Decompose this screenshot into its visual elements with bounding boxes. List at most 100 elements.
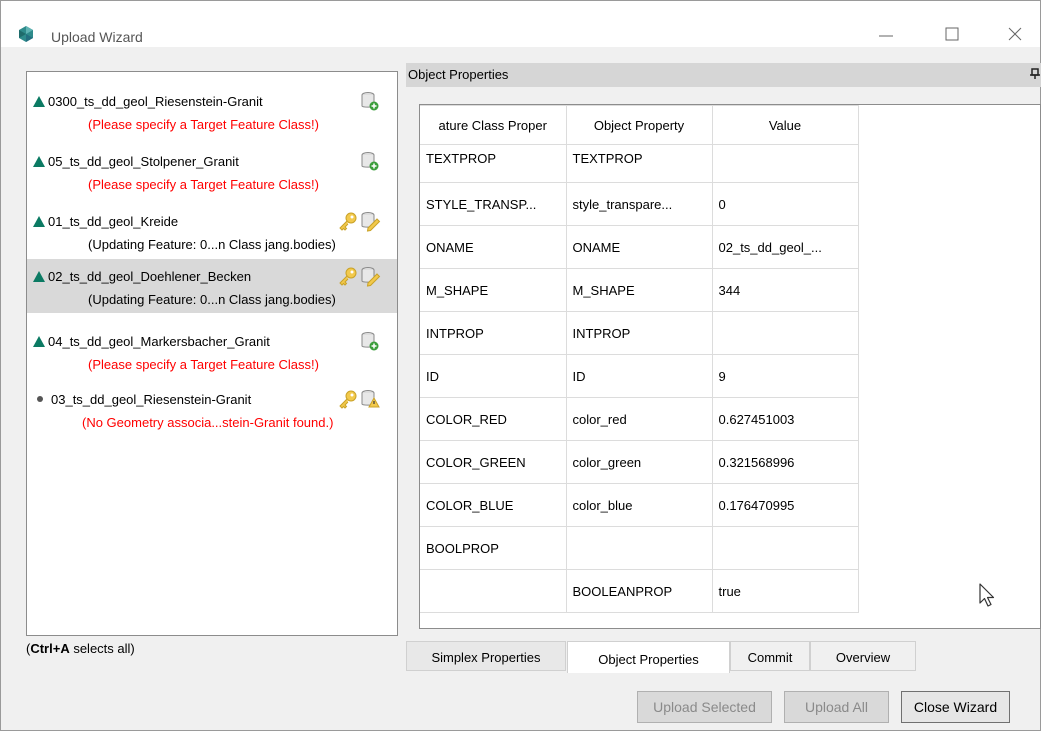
table-cell[interactable]: 0 [711,182,859,226]
object-properties-header: Object Properties [406,63,1041,87]
upload-wizard-window: Upload Wizard 0300_ts_dd_geol_Riesenstei… [0,0,1041,731]
table-cell[interactable]: TEXTPROP [420,144,567,183]
table-cell[interactable]: BOOLPROP [420,526,567,570]
table-cell[interactable]: 344 [711,268,859,312]
table-cell[interactable]: 02_ts_dd_geol_... [711,225,859,269]
item-name: 02_ts_dd_geol_Doehlener_Becken [48,269,252,284]
upload-selected-button[interactable]: Upload Selected [637,691,772,723]
table-cell[interactable]: ID [565,354,713,398]
item-name: 0300_ts_dd_geol_Riesenstein-Granit [48,94,263,109]
table-row[interactable]: BOOLPROP [420,526,859,570]
pending-dot-icon [37,396,43,402]
app-gem-icon [19,26,33,42]
mouse-cursor-icon [979,583,995,607]
key-icon [339,267,357,286]
close-wizard-button[interactable]: Close Wizard [901,691,1010,723]
table-cell[interactable]: INTPROP [420,311,567,355]
table-cell[interactable]: COLOR_BLUE [420,483,567,527]
table-cell[interactable] [420,569,567,613]
table-row[interactable]: TEXTPROP TEXTPROP [420,144,859,183]
table-row[interactable]: INTPROP INTPROP [420,311,859,355]
select-all-hint: (Ctrl+A selects all) [26,641,135,656]
table-cell[interactable]: STYLE_TRANSP... [420,182,567,226]
item-message: (Updating Feature: 0...n Class jang.bodi… [88,237,336,252]
table-cell[interactable]: M_SHAPE [420,268,567,312]
item-name: 03_ts_dd_geol_Riesenstein-Granit [51,392,252,407]
item-message: (Please specify a Target Feature Class!) [88,357,319,372]
table-cell[interactable]: 9 [711,354,859,398]
table-cell[interactable]: INTPROP [565,311,713,355]
column-header[interactable]: Value [711,105,859,145]
table-cell[interactable] [711,311,859,355]
title-bar: Upload Wizard [1,1,1040,47]
close-icon[interactable] [1004,25,1026,45]
table-cell[interactable]: color_red [565,397,713,441]
maximize-icon[interactable] [941,25,963,45]
tab-overview[interactable]: Overview [810,641,916,671]
tab-object-properties[interactable]: Object Properties [567,641,730,673]
minimize-icon[interactable] [875,25,897,45]
add-db-icon [361,92,379,111]
add-db-icon [361,332,379,351]
table-cell[interactable]: 0.321568996 [711,440,859,484]
table-cell[interactable]: ID [420,354,567,398]
column-header[interactable]: Object Property [565,105,713,145]
edit-db-icon [361,212,381,232]
item-message: (Please specify a Target Feature Class!) [88,177,319,192]
table-cell[interactable]: ONAME [420,225,567,269]
ok-triangle-icon [33,271,45,282]
list-item[interactable]: 02_ts_dd_geol_Doehlener_Becken (Updating… [27,259,397,313]
table-row[interactable]: COLOR_BLUE color_blue 0.176470995 [420,483,859,527]
table-header-row: ature Class Proper Object Property Value [420,105,859,145]
ok-triangle-icon [33,336,45,347]
key-icon [339,212,357,231]
table-cell[interactable] [711,526,859,570]
column-header[interactable]: ature Class Proper [420,105,567,145]
table-cell[interactable]: TEXTPROP [565,144,713,183]
table-cell[interactable]: color_blue [565,483,713,527]
table-cell[interactable]: color_green [565,440,713,484]
table-row[interactable]: COLOR_GREEN color_green 0.321568996 [420,440,859,484]
table-row[interactable]: M_SHAPE M_SHAPE 344 [420,268,859,312]
table-cell[interactable]: ONAME [565,225,713,269]
upload-list[interactable]: 0300_ts_dd_geol_Riesenstein-Granit (Plea… [26,71,398,636]
item-message: (Updating Feature: 0...n Class jang.bodi… [88,292,336,307]
table-row[interactable]: BOOLEANPROP true [420,569,859,613]
pin-icon[interactable] [1030,68,1040,80]
item-message: (Please specify a Target Feature Class!) [88,117,319,132]
shortcut-key: Ctrl+A [30,641,70,656]
item-name: 04_ts_dd_geol_Markersbacher_Granit [48,334,270,349]
upload-all-button[interactable]: Upload All [784,691,889,723]
ok-triangle-icon [33,156,45,167]
table-row[interactable]: COLOR_RED color_red 0.627451003 [420,397,859,441]
tab-simplex-properties[interactable]: Simplex Properties [406,641,566,671]
window-title: Upload Wizard [51,29,143,45]
table-cell[interactable]: 0.176470995 [711,483,859,527]
table-cell[interactable]: BOOLEANPROP [565,569,713,613]
warning-db-icon [361,390,380,408]
list-item[interactable]: 04_ts_dd_geol_Markersbacher_Granit (Plea… [27,324,397,378]
item-message: (No Geometry associa...stein-Granit foun… [82,415,334,430]
table-cell[interactable]: true [711,569,859,613]
add-db-icon [361,152,379,171]
table-cell[interactable]: COLOR_GREEN [420,440,567,484]
ok-triangle-icon [33,216,45,227]
list-item[interactable]: 05_ts_dd_geol_Stolpener_Granit (Please s… [27,144,397,198]
table-cell[interactable]: COLOR_RED [420,397,567,441]
table-cell[interactable] [565,526,713,570]
table-cell[interactable]: M_SHAPE [565,268,713,312]
list-item[interactable]: 01_ts_dd_geol_Kreide (Updating Feature: … [27,204,397,258]
table-row[interactable]: ID ID 9 [420,354,859,398]
list-item[interactable]: 03_ts_dd_geol_Riesenstein-Granit (No Geo… [27,382,397,436]
tab-commit[interactable]: Commit [730,641,810,671]
properties-table[interactable]: ature Class Proper Object Property Value… [419,104,1041,629]
panel-title: Object Properties [408,67,509,82]
table-cell[interactable] [711,144,859,183]
table-cell[interactable]: style_transpare... [565,182,713,226]
item-name: 05_ts_dd_geol_Stolpener_Granit [48,154,239,169]
list-item[interactable]: 0300_ts_dd_geol_Riesenstein-Granit (Plea… [27,84,397,138]
table-cell[interactable]: 0.627451003 [711,397,859,441]
edit-db-icon [361,267,381,287]
table-row[interactable]: STYLE_TRANSP... style_transpare... 0 [420,182,859,226]
table-row[interactable]: ONAME ONAME 02_ts_dd_geol_... [420,225,859,269]
